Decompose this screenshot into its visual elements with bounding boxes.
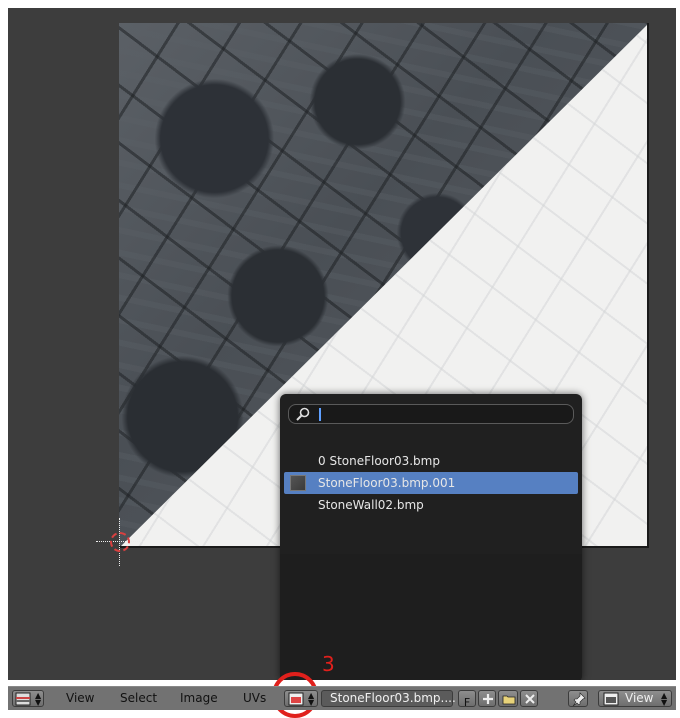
up-down-arrow-icon: ▲ ▼ — [35, 691, 42, 707]
list-item[interactable]: 0 StoneFloor03.bmp — [284, 450, 578, 472]
text-caret — [319, 408, 321, 421]
open-image-button[interactable] — [498, 690, 518, 707]
image-editor-icon — [15, 692, 31, 706]
image-thumbnail-icon — [290, 475, 306, 491]
list-item-label: 0 StoneFloor03.bmp — [318, 454, 440, 468]
up-down-arrow-icon: ▲ ▼ — [308, 691, 315, 707]
fake-user-button[interactable]: F — [458, 690, 476, 709]
unlink-image-button[interactable] — [520, 690, 538, 707]
menu-select[interactable]: Select — [120, 687, 157, 710]
popup-search-field[interactable] — [288, 404, 574, 424]
image-name-text: StoneFloor03.bmp.... — [330, 691, 456, 705]
view-mode-button[interactable]: View ▲ ▼ — [598, 690, 672, 707]
image-browse-icon — [288, 692, 304, 706]
image-view-icon — [603, 692, 619, 706]
list-item-label: StoneWall02.bmp — [318, 498, 424, 512]
folder-icon — [502, 695, 516, 705]
image-list: 0 StoneFloor03.bmp StoneFloor03.bmp.001 … — [284, 450, 578, 516]
editor-type-button[interactable]: ▲ ▼ — [12, 690, 44, 707]
pin-button[interactable] — [568, 690, 588, 707]
menu-uvs[interactable]: UVs — [243, 687, 266, 710]
popup-search-input[interactable] — [323, 406, 567, 424]
image-name-field[interactable]: StoneFloor03.bmp.... — [321, 690, 456, 707]
image-browse-popup: 0 StoneFloor03.bmp StoneFloor03.bmp.001 … — [280, 394, 582, 680]
menu-view[interactable]: View — [66, 687, 94, 710]
list-item-label: StoneFloor03.bmp.001 — [318, 476, 456, 490]
close-icon — [525, 694, 535, 704]
browse-image-button[interactable]: ▲ ▼ — [284, 690, 318, 707]
annotation-number: 3 — [322, 652, 335, 676]
uv-image-editor-viewport[interactable]: 0 StoneFloor03.bmp StoneFloor03.bmp.001 … — [8, 8, 676, 680]
up-down-arrow-icon: ▲ ▼ — [661, 691, 668, 707]
magnifier-icon — [296, 407, 310, 421]
list-item[interactable]: StoneWall02.bmp — [284, 494, 578, 516]
list-item-selected[interactable]: StoneFloor03.bmp.001 — [284, 472, 578, 494]
plus-icon — [483, 694, 493, 704]
image-editor-header: ▲ ▼ View Select Image UVs ▲ ▼ StoneFloor03… — [8, 686, 676, 710]
menu-image[interactable]: Image — [180, 687, 218, 710]
fake-user-label: F — [463, 696, 471, 709]
2d-cursor-icon[interactable] — [96, 518, 144, 566]
pin-icon — [572, 692, 586, 706]
view-mode-label: View — [625, 691, 654, 705]
texture-border — [647, 23, 649, 548]
new-image-button[interactable] — [478, 690, 496, 707]
